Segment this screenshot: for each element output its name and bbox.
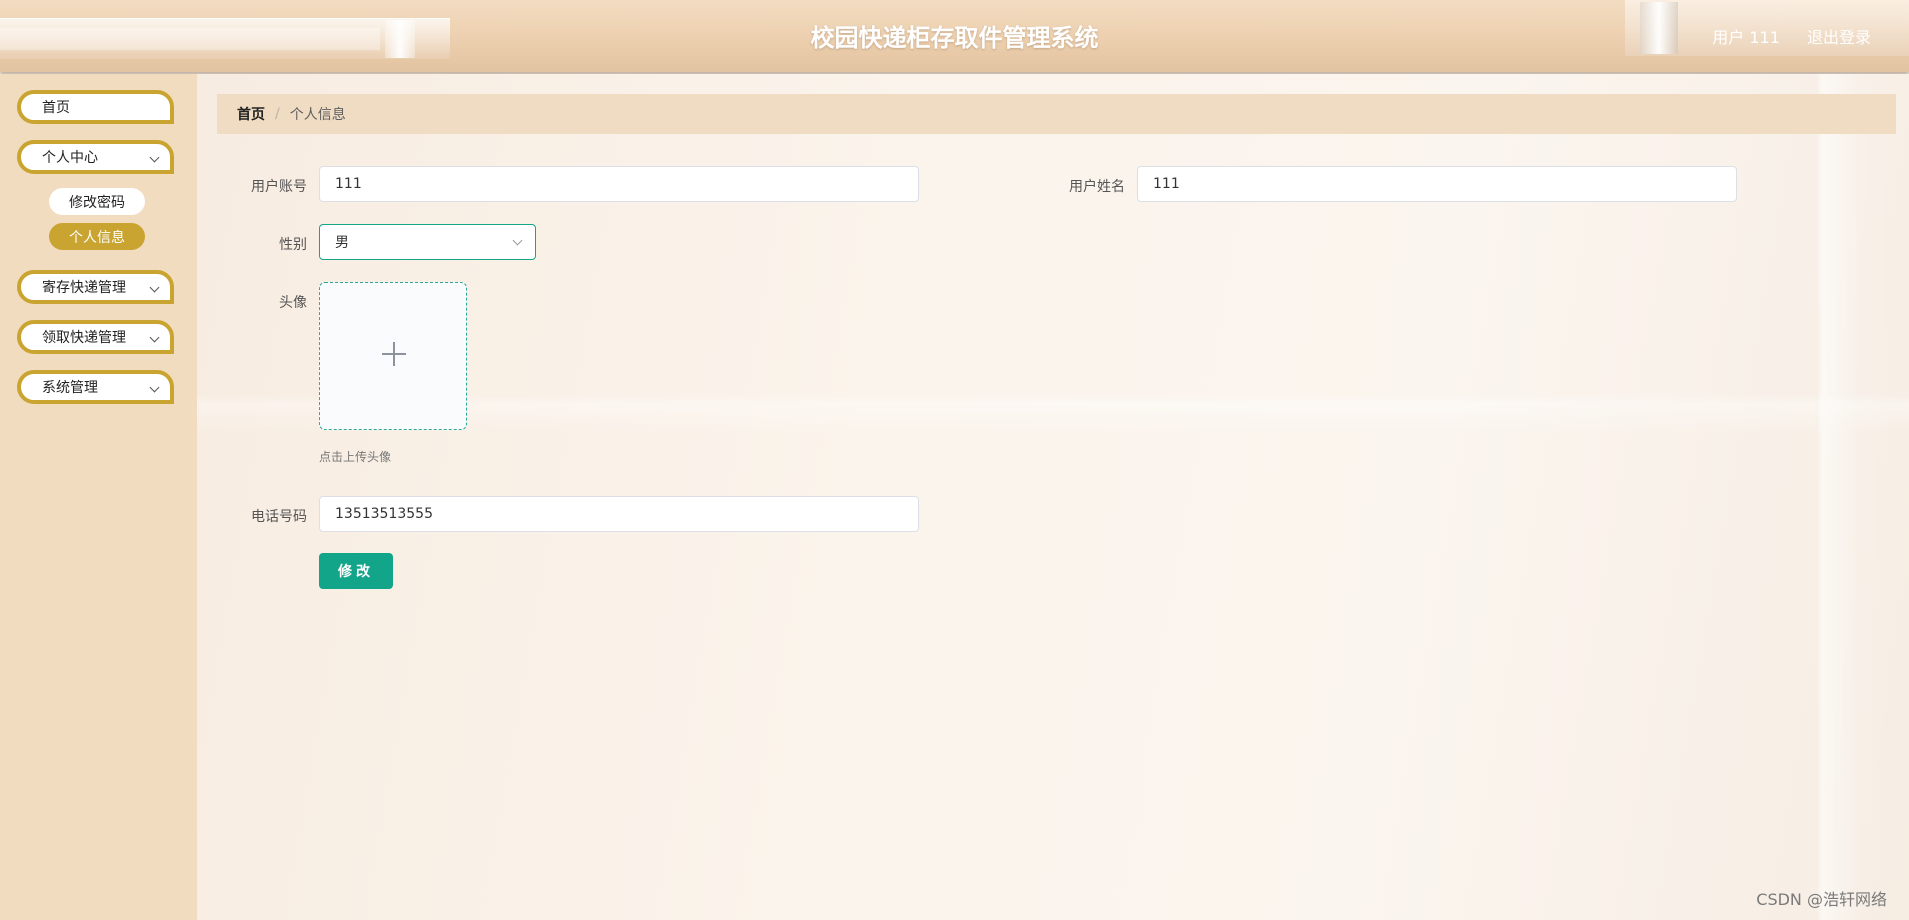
sidebar-item-personal-center[interactable]: 个人中心 [17,140,174,174]
avatar-label: 头像 [279,295,307,311]
sidebar-item-label: 系统管理 [42,380,98,396]
sidebar-subitem-label: 修改密码 [69,194,125,211]
sidebar-subitem-label: 个人信息 [69,229,125,246]
app-title: 校园快递柜存取件管理系统 [810,24,1099,52]
phone-input[interactable]: 13513513555 [319,496,919,532]
chevron-down-icon [149,282,160,293]
breadcrumb-current: 个人信息 [289,107,346,123]
gender-label: 性别 [279,237,307,253]
account-label: 用户账号 [251,179,307,195]
sidebar-item-label: 个人中心 [42,150,98,166]
chevron-down-icon [149,332,160,343]
plus-icon [393,342,395,366]
main-content: 首页 / 个人信息 用户账号 111 用户姓名 111 性别 男 头像 点击上传… [197,74,1909,920]
current-user-label: 用户 111 [1712,28,1780,47]
watermark: CSDN @浩轩网络 [1756,890,1887,909]
logout-link[interactable]: 退出登录 [1807,24,1871,48]
sidebar-item-label: 领取快递管理 [42,330,126,346]
name-value: 111 [1153,176,1180,192]
sidebar-item-pickup-management[interactable]: 领取快递管理 [17,320,174,354]
account-input[interactable]: 111 [319,166,919,202]
sidebar-item-label: 首页 [42,100,70,116]
breadcrumb-separator: / [275,106,280,122]
phone-label: 电话号码 [251,509,307,525]
sidebar-subitem-change-password[interactable]: 修改密码 [49,188,145,215]
account-value: 111 [335,176,362,192]
sidebar-item-deposit-management[interactable]: 寄存快递管理 [17,270,174,304]
submit-button[interactable]: 修改 [319,553,393,589]
gender-value: 男 [335,235,349,251]
avatar-upload-tip: 点击上传头像 [319,450,392,464]
chevron-down-icon [512,235,523,246]
gender-select[interactable]: 男 [319,224,536,260]
chevron-down-icon [149,152,160,163]
sidebar-item-home[interactable]: 首页 [17,90,174,124]
sidebar-item-label: 寄存快递管理 [42,280,126,296]
sidebar-subitem-personal-info[interactable]: 个人信息 [49,223,145,250]
phone-value: 13513513555 [335,506,433,522]
sidebar-menu: 首页 个人中心 修改密码 个人信息 寄存快递管理 领取快递管理 系统管理 [0,74,197,920]
breadcrumb: 首页 / 个人信息 [217,94,1896,134]
name-input[interactable]: 111 [1137,166,1737,202]
name-label: 用户姓名 [1069,179,1125,195]
user-info: 用户 111 退出登录 [1712,24,1871,48]
avatar-upload[interactable] [319,282,467,430]
top-header: 校园快递柜存取件管理系统 用户 111 退出登录 [0,0,1909,72]
breadcrumb-home[interactable]: 首页 [237,104,265,124]
sidebar-item-system-management[interactable]: 系统管理 [17,370,174,404]
chevron-down-icon [149,382,160,393]
